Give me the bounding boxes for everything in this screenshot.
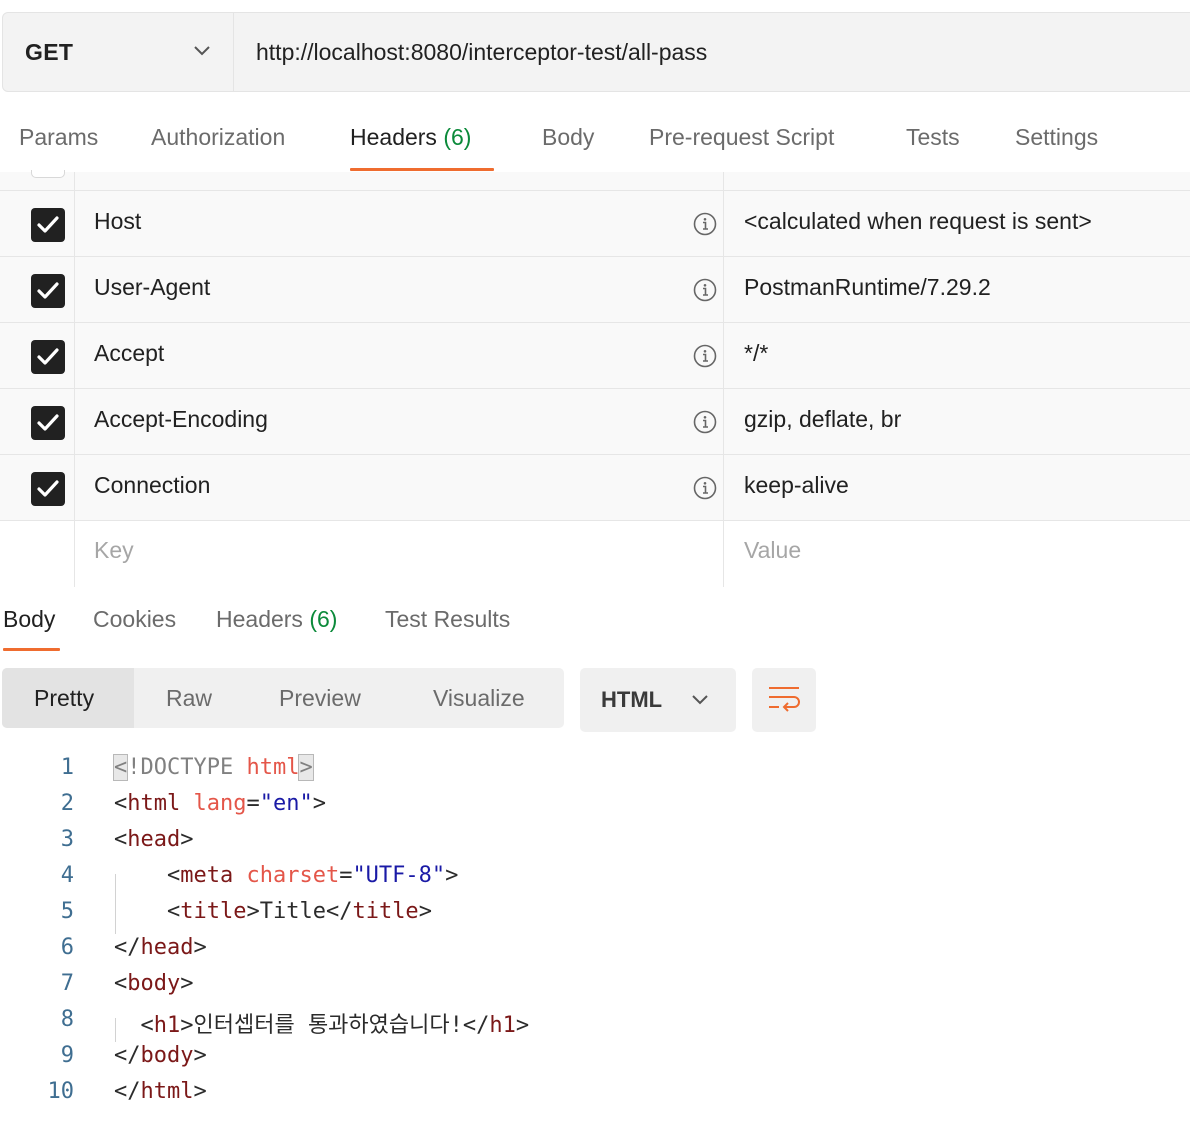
code-text: <!DOCTYPE html> bbox=[112, 754, 314, 781]
header-key[interactable]: Accept-Encoding bbox=[94, 406, 268, 433]
header-checkbox[interactable] bbox=[31, 208, 65, 242]
chevron-down-icon bbox=[692, 695, 708, 705]
url-text: http://localhost:8080/interceptor-test/a… bbox=[256, 38, 708, 65]
table-row-partial bbox=[0, 170, 1190, 191]
info-icon[interactable] bbox=[693, 410, 717, 434]
code-text: <h1>인터셉터를 통과하였습니다!</h1> bbox=[140, 1013, 530, 1038]
code-text: <meta charset="UTF-8"> bbox=[166, 863, 459, 888]
language-label: HTML bbox=[601, 687, 663, 712]
view-pretty-button[interactable]: Pretty bbox=[2, 668, 134, 728]
table-row: User-Agent PostmanRuntime/7.29.2 bbox=[0, 257, 1190, 323]
view-raw-button[interactable]: Raw bbox=[166, 668, 212, 728]
line-number: 3 bbox=[60, 827, 74, 852]
code-line: 2 <html lang="en"> bbox=[0, 788, 1190, 824]
header-checkbox[interactable] bbox=[31, 340, 65, 374]
line-number: 9 bbox=[60, 1043, 74, 1068]
header-value[interactable]: gzip, deflate, br bbox=[744, 406, 901, 433]
info-icon[interactable] bbox=[693, 344, 717, 368]
header-key[interactable]: Host bbox=[94, 208, 141, 235]
headers-count: (6) bbox=[443, 124, 472, 150]
response-headers-count: (6) bbox=[309, 606, 338, 632]
wrap-lines-button[interactable] bbox=[752, 668, 816, 732]
header-value[interactable]: */* bbox=[744, 340, 768, 367]
table-row: Accept */* bbox=[0, 323, 1190, 389]
table-row: Host <calculated when request is sent> bbox=[0, 191, 1190, 257]
code-text: <body> bbox=[114, 971, 194, 996]
code-text: <html lang="en"> bbox=[114, 791, 326, 816]
tab-response-headers[interactable]: Headers (6) bbox=[216, 606, 337, 633]
header-value[interactable]: keep-alive bbox=[744, 472, 849, 499]
tab-authorization[interactable]: Authorization bbox=[151, 124, 285, 151]
line-number: 10 bbox=[47, 1079, 75, 1104]
checkmark-icon bbox=[37, 414, 59, 431]
tab-params[interactable]: Params bbox=[19, 124, 98, 151]
checkmark-icon bbox=[37, 216, 59, 233]
active-response-tab-indicator bbox=[3, 648, 60, 651]
info-icon[interactable] bbox=[693, 476, 717, 500]
tab-headers[interactable]: Headers (6) bbox=[350, 124, 471, 151]
tab-settings[interactable]: Settings bbox=[1015, 124, 1098, 151]
checkmark-icon bbox=[37, 480, 59, 497]
code-line: 4 <meta charset="UTF-8"> bbox=[0, 860, 1190, 896]
tab-response-test-results[interactable]: Test Results bbox=[385, 606, 510, 633]
tab-tests[interactable]: Tests bbox=[906, 124, 960, 151]
tab-response-body[interactable]: Body bbox=[3, 606, 55, 633]
code-text: <title>Title</title> bbox=[166, 899, 432, 924]
url-input[interactable]: http://localhost:8080/interceptor-test/a… bbox=[234, 13, 1190, 91]
chevron-down-icon bbox=[194, 46, 210, 56]
new-value-input[interactable]: Value bbox=[744, 537, 801, 564]
header-value[interactable]: <calculated when request is sent> bbox=[744, 208, 1092, 235]
code-line: 8 <h1>인터셉터를 통과하였습니다!</h1> bbox=[0, 1004, 1190, 1040]
line-number: 4 bbox=[60, 863, 74, 888]
table-row: Connection keep-alive bbox=[0, 455, 1190, 521]
header-checkbox[interactable] bbox=[31, 406, 65, 440]
new-key-input[interactable]: Key bbox=[94, 537, 134, 564]
header-checkbox[interactable] bbox=[31, 274, 65, 308]
headers-table: Host <calculated when request is sent> U… bbox=[0, 170, 1190, 587]
code-text: <head> bbox=[114, 827, 194, 852]
method-select[interactable]: GET bbox=[3, 13, 234, 91]
view-preview-button[interactable]: Preview bbox=[279, 668, 361, 728]
header-key[interactable]: Connection bbox=[94, 472, 210, 499]
code-line: 1 <!DOCTYPE html> bbox=[0, 752, 1190, 788]
view-mode-control: Pretty Raw Preview Visualize bbox=[2, 668, 564, 728]
line-number: 5 bbox=[60, 899, 74, 924]
code-text: </body> bbox=[114, 1043, 207, 1068]
request-tabs: Params Authorization Headers (6) Body Pr… bbox=[0, 112, 1190, 172]
wrap-lines-icon bbox=[769, 687, 800, 712]
code-line: 5 <title>Title</title> bbox=[0, 896, 1190, 932]
header-key[interactable]: User-Agent bbox=[94, 274, 210, 301]
checkmark-icon bbox=[37, 348, 59, 365]
method-label: GET bbox=[25, 38, 74, 65]
header-key[interactable]: Accept bbox=[94, 340, 164, 367]
checkmark-icon bbox=[37, 282, 59, 299]
view-visualize-button[interactable]: Visualize bbox=[433, 668, 525, 728]
line-number: 8 bbox=[60, 1007, 74, 1032]
table-row: Accept-Encoding gzip, deflate, br bbox=[0, 389, 1190, 455]
request-url-bar: GET http://localhost:8080/interceptor-te… bbox=[2, 12, 1190, 92]
code-text: </html> bbox=[114, 1079, 207, 1104]
new-header-row: Key Value bbox=[0, 521, 1190, 587]
code-line: 9 </body> bbox=[0, 1040, 1190, 1076]
code-line: 3 <head> bbox=[0, 824, 1190, 860]
line-number: 7 bbox=[60, 971, 74, 996]
code-line: 7 <body> bbox=[0, 968, 1190, 1004]
code-text: </head> bbox=[114, 935, 207, 960]
header-value[interactable]: PostmanRuntime/7.29.2 bbox=[744, 274, 991, 301]
info-icon[interactable] bbox=[693, 278, 717, 302]
active-tab-indicator bbox=[350, 168, 494, 171]
response-tabs: Body Cookies Headers (6) Test Results bbox=[0, 596, 1190, 652]
code-line: 6 </head> bbox=[0, 932, 1190, 968]
tab-pre-request-script[interactable]: Pre-request Script bbox=[649, 124, 834, 151]
code-line: 10 </html> bbox=[0, 1076, 1190, 1112]
checkbox-partial[interactable] bbox=[31, 170, 65, 178]
header-checkbox[interactable] bbox=[31, 472, 65, 506]
line-number: 6 bbox=[60, 935, 74, 960]
tab-body[interactable]: Body bbox=[542, 124, 594, 151]
line-number: 1 bbox=[60, 755, 74, 780]
tab-response-cookies[interactable]: Cookies bbox=[93, 606, 176, 633]
line-number: 2 bbox=[60, 791, 74, 816]
language-select[interactable]: HTML bbox=[580, 668, 736, 732]
info-icon[interactable] bbox=[693, 212, 717, 236]
